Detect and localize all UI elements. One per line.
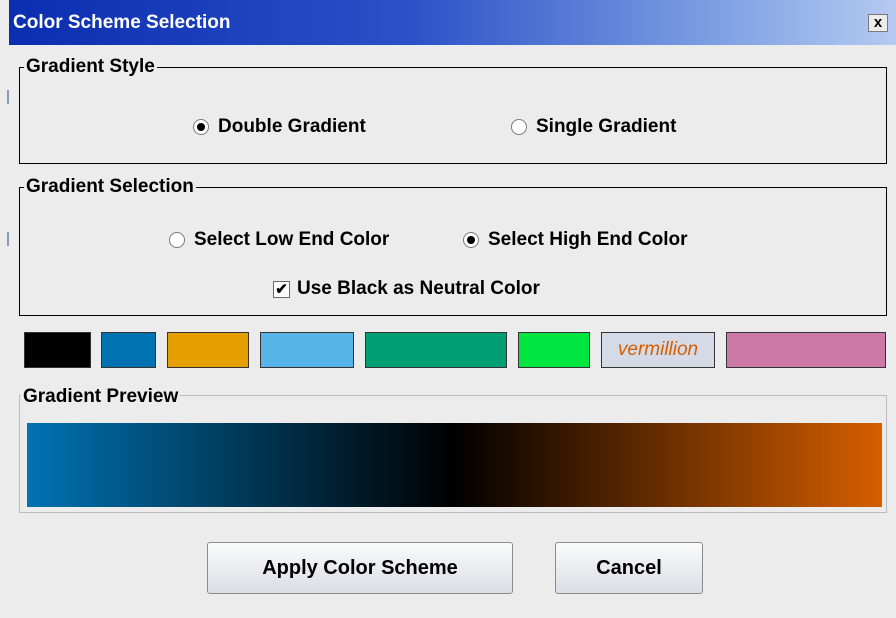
cancel-button[interactable]: Cancel <box>555 542 703 594</box>
swatch-sky-blue[interactable] <box>260 332 354 368</box>
swatch-black[interactable] <box>24 332 91 368</box>
neutral-color-checkbox[interactable]: ✔ Use Black as Neutral Color <box>273 278 540 300</box>
gradient-style-legend: Gradient Style <box>26 56 155 77</box>
checkmark-icon: ✔ <box>273 280 290 298</box>
low-end-color-label: Select Low End Color <box>194 229 390 250</box>
apply-color-scheme-button[interactable]: Apply Color Scheme <box>207 542 513 594</box>
window-title: Color Scheme Selection <box>13 12 231 33</box>
radio-unselected-icon <box>169 232 185 248</box>
swatch-bluish-green[interactable] <box>365 332 507 368</box>
double-gradient-radio[interactable]: Double Gradient <box>193 116 366 138</box>
double-gradient-label: Double Gradient <box>218 116 366 137</box>
gradient-style-group: Gradient Style <box>19 56 887 164</box>
swatch-vermillion[interactable]: vermillion <box>601 332 715 368</box>
radio-unselected-icon <box>511 119 527 135</box>
swatch-reddish-purple[interactable] <box>726 332 886 368</box>
high-end-color-label: Select High End Color <box>488 229 688 250</box>
color-scheme-dialog: Color Scheme Selection x Gradient Style … <box>9 0 896 618</box>
gradient-preview-legend: Gradient Preview <box>21 386 181 408</box>
gradient-selection-legend: Gradient Selection <box>26 176 194 197</box>
gradient-preview-bar <box>27 423 882 507</box>
title-bar[interactable]: Color Scheme Selection x <box>9 0 896 45</box>
radio-selected-icon <box>463 232 479 248</box>
close-icon[interactable]: x <box>868 14 888 32</box>
single-gradient-label: Single Gradient <box>536 116 677 137</box>
high-end-color-radio[interactable]: Select High End Color <box>463 229 688 251</box>
single-gradient-radio[interactable]: Single Gradient <box>511 116 676 138</box>
radio-selected-icon <box>193 119 209 135</box>
swatch-green[interactable] <box>518 332 590 368</box>
swatch-orange[interactable] <box>167 332 249 368</box>
neutral-color-label: Use Black as Neutral Color <box>297 278 540 299</box>
low-end-color-radio[interactable]: Select Low End Color <box>169 229 389 251</box>
swatch-blue[interactable] <box>101 332 156 368</box>
